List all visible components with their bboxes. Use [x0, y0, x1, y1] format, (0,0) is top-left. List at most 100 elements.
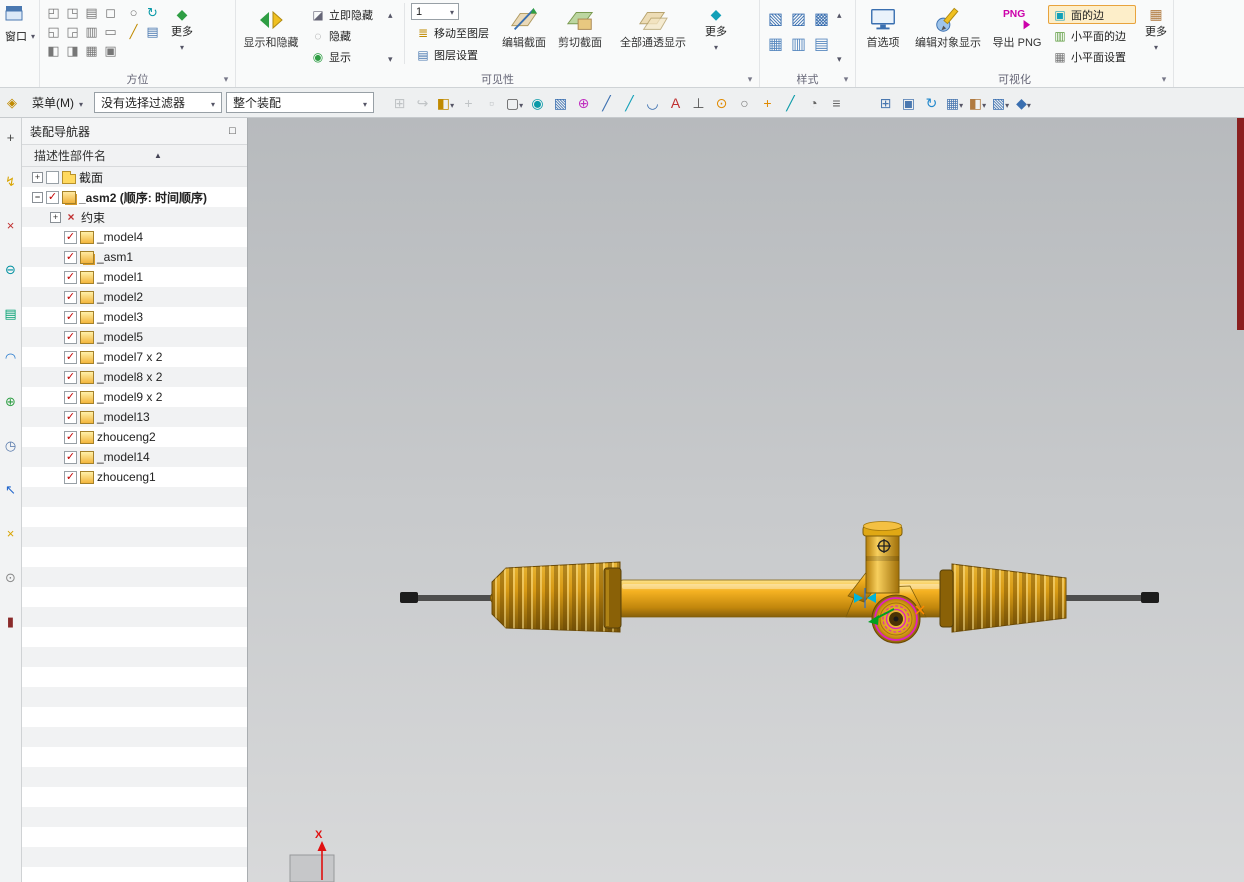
preferences-button[interactable]: 首选项	[860, 3, 906, 49]
visual-effects-button[interactable]: ◧	[966, 92, 989, 114]
part-navigator-tab-button[interactable]: ▤	[2, 304, 20, 322]
zoom-view-button[interactable]: ▦	[82, 41, 101, 60]
snap-center-button[interactable]: ⊙	[710, 92, 733, 114]
graphics-window[interactable]: X	[248, 118, 1244, 882]
layer-settings-button[interactable]: ▤ 图层设置	[411, 45, 494, 64]
manage-tab-button[interactable]: ×	[2, 524, 20, 542]
tools-tab-button[interactable]: ⊙	[2, 568, 20, 586]
right-rod-end[interactable]	[1141, 592, 1159, 603]
snap-text-button[interactable]: A	[664, 92, 687, 114]
tree-checkbox[interactable]: ✓	[64, 370, 77, 384]
tree-checkbox[interactable]: ✓	[64, 350, 77, 364]
regenerate-view-button[interactable]: ↻	[143, 3, 162, 22]
orientation-more-button[interactable]: ◆ 更多	[166, 3, 198, 53]
style-shaded-button[interactable]: ▨	[787, 7, 810, 32]
style-partially-shaded-button[interactable]: ▩	[810, 7, 833, 32]
left-tie-rod[interactable]	[416, 595, 496, 601]
style-wireframe-button[interactable]: ▦	[764, 32, 787, 57]
dropdown-caret-icon[interactable]	[982, 95, 986, 111]
group-dialog-launcher-icon[interactable]	[221, 73, 231, 85]
selection-filter-combo[interactable]: 没有选择过滤器	[94, 92, 223, 113]
process-studio-tab-button[interactable]: ↖	[2, 480, 20, 498]
group-dialog-launcher-icon[interactable]	[1159, 73, 1169, 85]
facet-edges-button[interactable]: ▥ 小平面的边	[1048, 26, 1136, 45]
group-dialog-launcher-icon[interactable]	[745, 73, 755, 85]
tree-row[interactable]: ✓ _model9 x 2	[22, 387, 247, 407]
layer-visible-in-view-button[interactable]: ▤	[143, 22, 162, 41]
snapshot-button[interactable]: ▣	[897, 92, 920, 114]
tree-checkbox[interactable]: ✓	[64, 230, 77, 244]
tree-row[interactable]: ✓ _model4	[22, 227, 247, 247]
snap-point-button[interactable]: ⊕	[572, 92, 595, 114]
pan-button[interactable]: ↪	[411, 92, 434, 114]
style-shaded-with-edges-button[interactable]: ▧	[764, 7, 787, 32]
object-list-button[interactable]: ≡	[825, 92, 848, 114]
show-hide-button[interactable]: 显示和隐藏	[240, 3, 302, 49]
web-browser-tab-button[interactable]: ⊕	[2, 392, 20, 410]
edit-view-button[interactable]: ╱	[124, 22, 143, 41]
grid-display-button[interactable]: ▦	[943, 92, 966, 114]
sphere-select-button[interactable]: ◉	[526, 92, 549, 114]
tree-checkbox[interactable]: ✓	[64, 290, 77, 304]
snap-tangent-button[interactable]: ╱	[779, 92, 802, 114]
perspective-button[interactable]: ○	[124, 3, 143, 22]
tree-checkbox[interactable]: ✓	[64, 330, 77, 344]
move-to-layer-button[interactable]: ≣ 移动至图层	[411, 23, 494, 42]
scroll-down-icon[interactable]	[388, 51, 400, 65]
dropdown-caret-icon[interactable]	[1027, 95, 1031, 111]
snap-circle-button[interactable]: ○	[733, 92, 756, 114]
tree-row[interactable]: ✓ _model14	[22, 447, 247, 467]
selection-scope-combo[interactable]: 整个装配	[226, 92, 375, 113]
snap-perpendicular-button[interactable]: ⊥	[687, 92, 710, 114]
tree-checkbox[interactable]: ✓	[46, 190, 59, 204]
clip-section-button[interactable]: 剪切截面	[554, 3, 606, 49]
immediate-hide-button[interactable]: ◪ 立即隐藏	[306, 5, 384, 24]
work-layer-combo[interactable]: 1	[411, 3, 459, 20]
scroll-up-icon[interactable]	[837, 7, 849, 21]
solid-select-button[interactable]: ▧	[549, 92, 572, 114]
steering-rack-model[interactable]: X	[248, 118, 1244, 882]
face-edges-button[interactable]: ▣ 面的边	[1048, 5, 1136, 24]
tree-checkbox[interactable]: ✓	[64, 250, 77, 264]
tree-checkbox[interactable]: ✓	[64, 390, 77, 404]
snap-endpoint-button[interactable]: ╱	[595, 92, 618, 114]
tree-row[interactable]: ✓ zhouceng2	[22, 427, 247, 447]
undock-panel-button[interactable]: □	[226, 125, 239, 137]
constraint-navigator-tab-button[interactable]: ×	[2, 216, 20, 234]
visualization-more-button[interactable]: ▦ 更多	[1140, 3, 1172, 53]
dropdown-caret-icon[interactable]	[1005, 95, 1009, 111]
tree-expander[interactable]: +	[50, 211, 61, 223]
dropdown-caret-icon[interactable]	[959, 95, 963, 111]
hide-button[interactable]: ◌ 隐藏	[306, 26, 384, 45]
tree-checkbox[interactable]: ✓	[64, 470, 77, 484]
tree-expander[interactable]: −	[32, 191, 43, 203]
tree-row[interactable]: ✓ _model2	[22, 287, 247, 307]
view-top-button[interactable]: ▤	[82, 3, 101, 22]
show-button[interactable]: ◉ 显示	[306, 47, 384, 66]
tree-checkbox[interactable]: ✓	[64, 310, 77, 324]
snap-quadrant-button[interactable]: +	[756, 92, 779, 114]
tree-checkbox[interactable]: ✓	[64, 450, 77, 464]
view-trimetric-button[interactable]: ▭	[101, 22, 120, 41]
tree-checkbox[interactable]: ✓	[64, 410, 77, 424]
right-tie-rod[interactable]	[1064, 595, 1144, 601]
view-back-button[interactable]: ◳	[63, 3, 82, 22]
templates-tab-button[interactable]: ▮	[2, 612, 20, 630]
remove-tab-button[interactable]: ⊖	[2, 260, 20, 278]
tree-checkbox[interactable]	[46, 170, 59, 184]
view-bottom-button[interactable]: ◻	[101, 3, 120, 22]
tree-expander[interactable]: +	[32, 171, 43, 183]
render-style-button[interactable]: ▧	[989, 92, 1012, 114]
view-right-button[interactable]: ◲	[63, 22, 82, 41]
dropdown-caret-icon[interactable]	[519, 95, 523, 111]
scroll-up-icon[interactable]	[388, 7, 400, 21]
edit-object-display-button[interactable]: 编辑对象显示	[910, 3, 986, 49]
right-boot-clamp[interactable]	[939, 569, 954, 628]
refresh-view-button[interactable]: ↻	[920, 92, 943, 114]
left-rod-end[interactable]	[400, 592, 418, 603]
navigator-column-header[interactable]: 描述性部件名 ▲	[22, 145, 247, 167]
tree-row[interactable]: ✓ _asm1	[22, 247, 247, 267]
tree-row[interactable]: ✓ _model13	[22, 407, 247, 427]
style-face-analysis-button[interactable]: ▤	[810, 32, 833, 57]
tree-checkbox[interactable]: ✓	[64, 270, 77, 284]
